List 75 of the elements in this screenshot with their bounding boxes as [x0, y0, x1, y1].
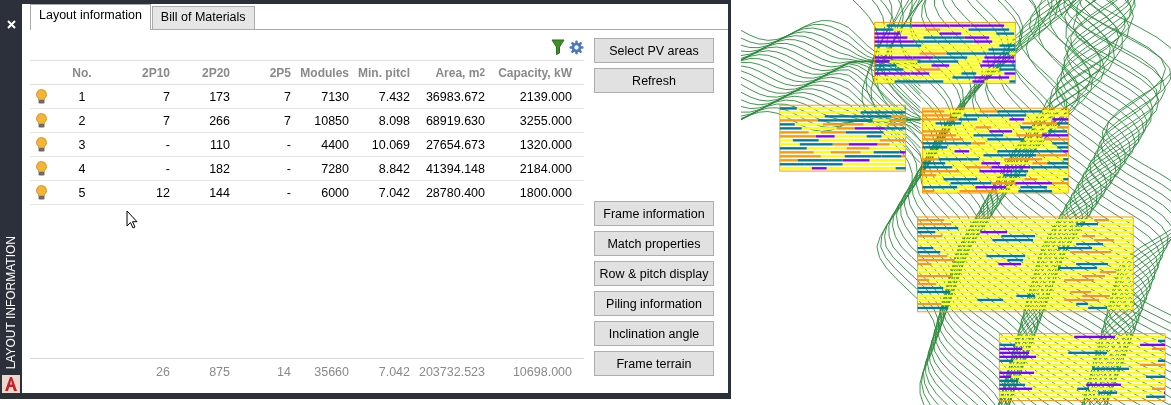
total-cell-text: 203732.523	[417, 364, 486, 381]
lightbulb-icon[interactable]	[35, 161, 47, 176]
total-cell-text: 10698.000	[511, 364, 573, 381]
table-cell-text: 8.098	[377, 112, 411, 130]
total-cell-text: 26	[155, 364, 171, 381]
table-cell-text: 1320.000	[518, 136, 573, 154]
column-header: 2P20	[200, 64, 231, 82]
action-button[interactable]: Frame information	[594, 201, 714, 226]
table-cell-text: 173	[208, 88, 231, 106]
table-cell-text: 7.042	[377, 184, 411, 202]
table-cell-text: 3	[77, 136, 87, 154]
table-cell-text: 7.432	[377, 88, 411, 106]
action-button[interactable]: Select PV areas	[594, 38, 714, 63]
table-cell-text: 5	[77, 184, 87, 202]
table-cell-text: 7	[162, 88, 171, 106]
action-button[interactable]: Row & pitch display	[594, 261, 714, 286]
table-cell-text: -	[164, 136, 171, 154]
lightbulb-icon[interactable]	[35, 113, 47, 128]
action-button[interactable]: Refresh	[594, 68, 714, 93]
close-icon[interactable]	[6, 20, 16, 29]
table-cell-text: 1	[77, 88, 87, 106]
table-cell-text: 2184.000	[518, 160, 573, 178]
total-cell-text: 14	[276, 364, 292, 381]
tab[interactable]: Layout information	[30, 4, 151, 30]
action-button[interactable]: Match properties	[594, 231, 714, 256]
column-header: Capacity, kW	[497, 64, 573, 82]
filter-icon[interactable]	[551, 39, 565, 55]
total-cell-text: 7.042	[377, 364, 411, 381]
table-cell-text: 6000	[320, 184, 350, 202]
total-cell-text: 875	[208, 364, 231, 381]
table-cell-text: 28780.400	[424, 184, 486, 202]
table-cell-text: 36983.672	[424, 88, 486, 106]
settings-icon[interactable]	[569, 39, 584, 55]
table-cell-text: 12	[155, 184, 171, 202]
column-header: Min. pitcl	[357, 64, 411, 82]
table-cell-text: -	[164, 160, 171, 178]
table-cell-text: 2	[77, 112, 87, 130]
table-cell-text: 8.842	[377, 160, 411, 178]
table-cell-text: 144	[208, 184, 231, 202]
table-cell-text: 110	[209, 136, 231, 154]
table-cell-text: 266	[208, 112, 231, 130]
mouse-cursor-icon	[126, 210, 138, 229]
table-cell-text: -	[285, 136, 292, 154]
tab[interactable]: Bill of Materials	[151, 6, 255, 29]
table-cell-text: 10850	[313, 112, 350, 130]
table-cell-text: 2139.000	[518, 88, 573, 106]
lightbulb-icon[interactable]	[35, 89, 47, 104]
table-cell-text: 182	[208, 160, 231, 178]
lightbulb-icon[interactable]	[35, 185, 47, 200]
lightbulb-icon[interactable]	[35, 137, 47, 152]
table-cell-text: 3255.000	[518, 112, 573, 130]
table-cell-text: 7	[283, 112, 292, 130]
logo-icon	[2, 375, 20, 393]
table-cell-text: 7	[162, 112, 171, 130]
action-button[interactable]: Piling information	[594, 291, 714, 316]
table-cell-text: 4400	[320, 136, 350, 154]
table-cell-text: 10.069	[370, 136, 411, 154]
table-cell-text: -	[285, 184, 292, 202]
table-cell-text: 7280	[320, 160, 350, 178]
table-cell-text: -	[285, 160, 292, 178]
palette-title: LAYOUT INFORMATION	[4, 235, 18, 369]
table-cell-text: 27654.673	[424, 136, 486, 154]
action-button[interactable]: Inclination angle	[594, 321, 714, 346]
table-cell-text: 1800.000	[518, 184, 573, 202]
table-cell-text: 7130	[320, 88, 350, 106]
column-header: No.	[71, 64, 93, 82]
column-header: Modules	[299, 64, 350, 82]
table-cell-text: 68919.630	[424, 112, 486, 130]
table-cell-text: 4	[77, 160, 87, 178]
table-cell-text: 7	[283, 88, 292, 106]
table-cell-text: 41394.148	[424, 160, 486, 178]
action-button[interactable]: Frame terrain	[594, 351, 714, 376]
total-cell-text: 35660	[313, 364, 350, 381]
column-header: 2P5	[268, 64, 292, 82]
column-header: 2P10	[140, 64, 171, 82]
